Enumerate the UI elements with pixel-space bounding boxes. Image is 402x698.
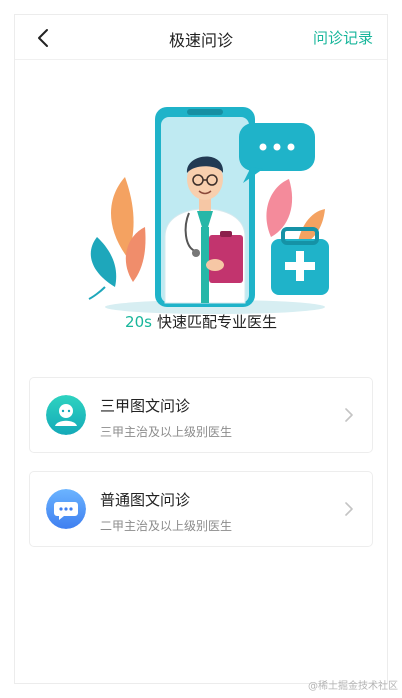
option-title: 普通图文问诊 bbox=[100, 491, 191, 509]
header: 极速问诊 问诊记录 bbox=[15, 15, 387, 61]
option-subtitle: 二甲主治及以上级别医生 bbox=[100, 519, 233, 533]
chevron-right-icon bbox=[345, 502, 353, 516]
speech-bubble-icon bbox=[239, 123, 315, 183]
watermark: @稀土掘金技术社区 bbox=[308, 681, 398, 692]
chevron-right-icon bbox=[345, 408, 353, 422]
consultation-history-link[interactable]: 问诊记录 bbox=[313, 27, 373, 48]
option-subtitle: 三甲主治及以上级别医生 bbox=[100, 425, 233, 439]
tagline-highlight: 20s bbox=[125, 313, 152, 331]
header-divider bbox=[15, 59, 387, 60]
leaf-decoration-left bbox=[88, 177, 146, 300]
option-card-tertiary[interactable]: 三甲图文问诊 三甲主治及以上级别医生 bbox=[29, 377, 373, 453]
chat-bubble-icon bbox=[46, 489, 86, 529]
option-card-general[interactable]: 普通图文问诊 二甲主治及以上级别医生 bbox=[29, 471, 373, 547]
doctor-illustration bbox=[88, 107, 329, 314]
hero-tagline: 20s 快速匹配专业医生 bbox=[15, 311, 387, 332]
option-title: 三甲图文问诊 bbox=[100, 397, 191, 415]
app-frame: 极速问诊 问诊记录 20s 快速匹配专业医生 三甲图文问诊 三甲主治及以上级别医… bbox=[14, 14, 388, 684]
doctor-avatar-icon bbox=[46, 395, 86, 435]
tagline-text: 快速匹配专业医生 bbox=[156, 313, 277, 331]
